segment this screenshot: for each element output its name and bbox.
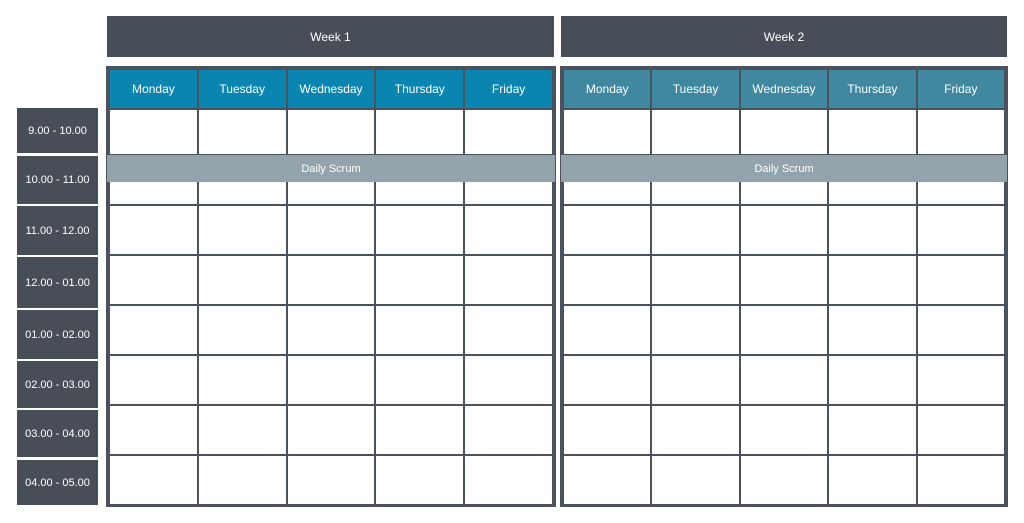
slot-cell[interactable] [463,204,554,256]
slot-cell[interactable] [561,354,653,406]
slot-cell[interactable] [738,304,830,356]
slot-cell[interactable] [108,254,199,306]
slot-cell[interactable] [285,454,377,506]
slot-cell[interactable] [561,404,653,456]
slot-cell[interactable] [738,354,830,406]
week-2-grid: Monday Tuesday Wednesday Thursday Friday [560,66,1008,507]
day-header: Wednesday [738,68,830,110]
slot-cell[interactable] [561,108,653,156]
slot-cell[interactable] [285,204,377,256]
slot-cell[interactable] [285,254,377,306]
slot-cell[interactable] [463,304,554,356]
slot-cell[interactable] [463,254,554,306]
slot-cell[interactable] [738,404,830,456]
slot-cell[interactable] [196,204,288,256]
time-slot-label: 11.00 - 12.00 [17,206,98,255]
slot-cell[interactable] [374,254,466,306]
slot-cell[interactable] [561,304,653,356]
slot-cell[interactable] [650,404,741,456]
slot-cell[interactable] [738,254,830,306]
day-header: Tuesday [196,68,288,110]
slot-cell[interactable] [650,254,741,306]
day-header: Wednesday [285,68,377,110]
slot-cell[interactable] [738,204,830,256]
slot-cell[interactable] [196,304,288,356]
slot-cell[interactable] [915,254,1007,306]
slot-cell[interactable] [915,454,1007,506]
week-1-daily-scrum-event[interactable]: Daily Scrum [107,155,555,182]
slot-cell[interactable] [650,204,741,256]
time-slot-label: 01.00 - 02.00 [17,310,98,359]
slot-cell[interactable] [827,454,918,506]
day-header: Thursday [374,68,466,110]
day-header: Friday [915,68,1007,110]
time-slot-label: 12.00 - 01.00 [17,257,98,308]
time-slot-label: 02.00 - 03.00 [17,361,98,408]
slot-cell[interactable] [463,108,554,156]
slot-cell[interactable] [108,304,199,356]
slot-cell[interactable] [650,108,741,156]
slot-cell[interactable] [827,354,918,406]
slot-cell[interactable] [196,108,288,156]
slot-cell[interactable] [374,204,466,256]
slot-cell[interactable] [285,354,377,406]
slot-cell[interactable] [915,404,1007,456]
day-header: Monday [561,68,653,110]
slot-cell[interactable] [285,108,377,156]
slot-cell[interactable] [285,304,377,356]
slot-cell[interactable] [374,454,466,506]
slot-cell[interactable] [108,354,199,406]
slot-cell[interactable] [827,254,918,306]
slot-cell[interactable] [827,404,918,456]
slot-cell[interactable] [196,454,288,506]
slot-cell[interactable] [196,254,288,306]
day-header: Friday [463,68,554,110]
slot-cell[interactable] [285,404,377,456]
slot-cell[interactable] [827,304,918,356]
week-1-title: Week 1 [107,16,554,57]
slot-cell[interactable] [915,204,1007,256]
slot-cell[interactable] [463,454,554,506]
time-slot-label: 9.00 - 10.00 [17,108,98,153]
slot-cell[interactable] [561,204,653,256]
time-slot-label: 03.00 - 04.00 [17,410,98,457]
week-2-daily-scrum-event[interactable]: Daily Scrum [561,155,1007,182]
day-header: Tuesday [650,68,741,110]
slot-cell[interactable] [915,354,1007,406]
slot-cell[interactable] [374,404,466,456]
slot-cell[interactable] [374,108,466,156]
slot-cell[interactable] [827,204,918,256]
slot-cell[interactable] [108,404,199,456]
slot-cell[interactable] [738,454,830,506]
slot-cell[interactable] [196,404,288,456]
slot-cell[interactable] [374,304,466,356]
slot-cell[interactable] [738,108,830,156]
slot-cell[interactable] [915,108,1007,156]
slot-cell[interactable] [196,354,288,406]
slot-cell[interactable] [561,454,653,506]
slot-cell[interactable] [561,254,653,306]
time-slot-label: 04.00 - 05.00 [17,460,98,505]
slot-cell[interactable] [108,108,199,156]
slot-cell[interactable] [108,454,199,506]
slot-cell[interactable] [463,404,554,456]
slot-cell[interactable] [108,204,199,256]
slot-cell[interactable] [374,354,466,406]
slot-cell[interactable] [650,354,741,406]
slot-cell[interactable] [915,304,1007,356]
slot-cell[interactable] [463,354,554,406]
slot-cell[interactable] [650,454,741,506]
time-slot-label: 10.00 - 11.00 [17,156,98,204]
slot-cell[interactable] [827,108,918,156]
week-2-title: Week 2 [561,16,1007,57]
week-1-grid: Monday Tuesday Wednesday Thursday Friday [106,66,556,507]
day-header: Monday [108,68,199,110]
day-header: Thursday [827,68,918,110]
slot-cell[interactable] [650,304,741,356]
